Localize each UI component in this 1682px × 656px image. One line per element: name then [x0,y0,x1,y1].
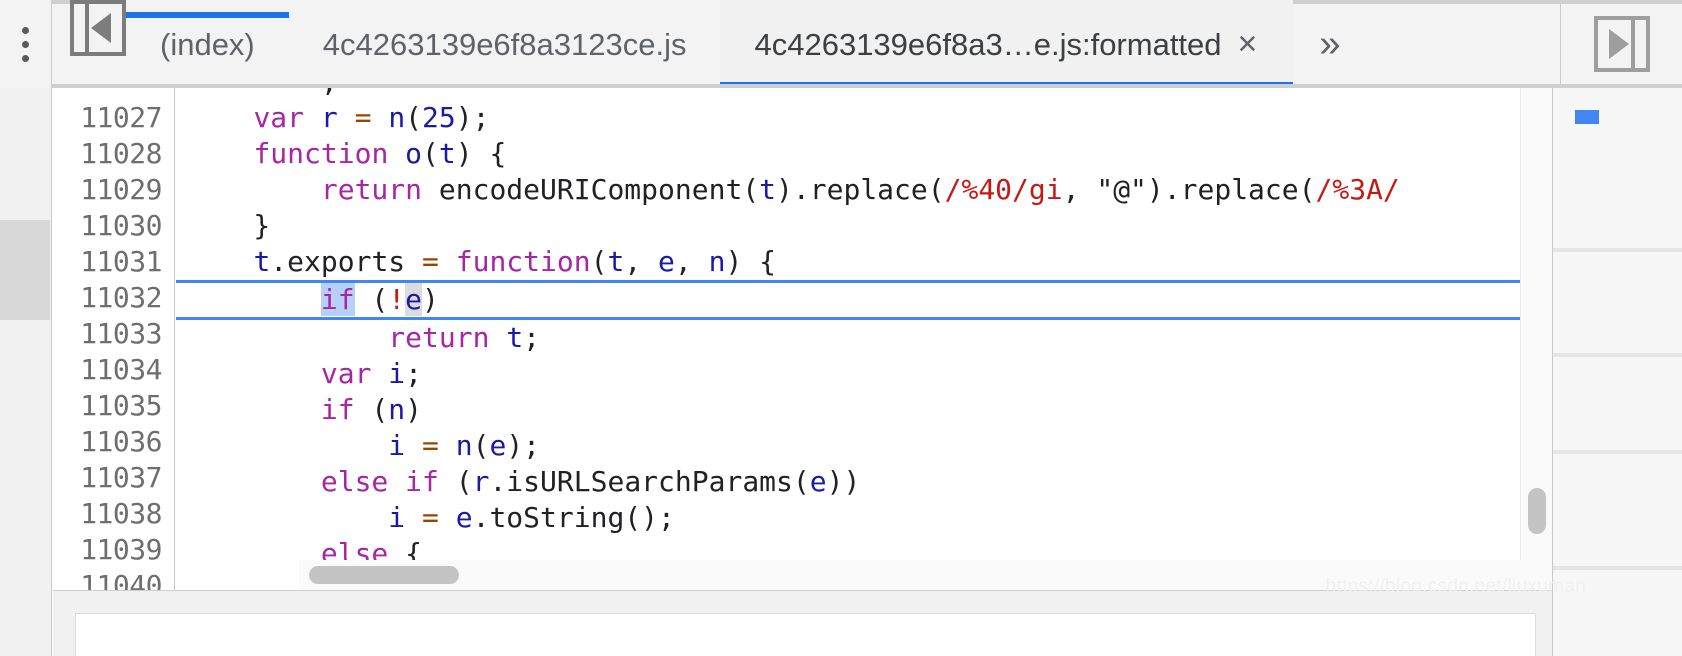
code-line-11037[interactable]: else if (r.isURLSearchParams(e)) [176,464,1552,500]
sidebar-divider [1553,353,1682,357]
line-number[interactable]: 11028 [53,136,174,172]
line-number-gutter[interactable]: 11027 11028 11029 11030 11031 11032 1103… [53,88,175,590]
code-line-11030[interactable]: } [176,208,1552,244]
code-line-11034[interactable]: var i; [176,356,1552,392]
code-partial-line: ; [176,88,1552,100]
tab-strip: (index) 4c4263139e6f8a3123ce.js 4c426313… [52,0,1560,88]
navigator-strip[interactable] [0,88,52,656]
code-line-11035[interactable]: if (n) [176,392,1552,428]
code-line-11036[interactable]: i = n(e); [176,428,1552,464]
show-debugger-strip[interactable] [1560,0,1682,88]
line-number[interactable]: 11033 [53,316,174,352]
code-line-11028[interactable]: function o(t) { [176,136,1552,172]
line-number[interactable]: 11037 [53,460,174,496]
more-options-strip[interactable] [0,0,52,88]
code-editor: 11027 11028 11029 11030 11031 11032 1103… [53,88,1552,590]
code-line-11029[interactable]: return encodeURIComponent(t).replace(/%4… [176,172,1552,208]
sidebar-divider [1553,248,1682,252]
debugger-sidebar[interactable] [1552,88,1682,656]
show-debugger-icon[interactable] [1593,16,1650,72]
navigator-strip-thumb[interactable] [0,220,50,320]
watermark: https://blog.csdn.net/liuxuman [1325,576,1586,597]
vertical-scrollbar[interactable] [1520,88,1552,590]
code-line-11032-execution[interactable]: if (!e) [176,280,1552,320]
show-navigator-icon[interactable] [70,0,126,56]
line-number[interactable]: 11031 [53,244,174,280]
horizontal-scrollbar-thumb[interactable] [309,566,459,584]
line-number[interactable]: 11027 [53,100,174,136]
kebab-menu-icon[interactable] [22,26,29,62]
code-line-11031[interactable]: t.exports = function(t, e, n) { [176,244,1552,280]
sidebar-divider [1553,450,1682,454]
line-number[interactable]: 11034 [53,352,174,388]
sidebar-divider [1553,566,1682,570]
bottom-drawer-content [75,613,1536,656]
code-line: ; [176,88,1552,100]
tab-bundle-js[interactable]: 4c4263139e6f8a3123ce.js [288,0,721,88]
bottom-drawer [53,590,1552,656]
line-number[interactable]: 11036 [53,424,174,460]
devtools-sources-panel: (index) 4c4263139e6f8a3123ce.js 4c426313… [0,0,1682,656]
line-number[interactable]: 11038 [53,496,174,532]
close-icon[interactable]: × [1236,27,1260,61]
line-number[interactable]: 11029 [53,172,174,208]
tab-bundle-js-formatted[interactable]: 4c4263139e6f8a3…e.js:formatted × [720,0,1294,88]
breakpoint-marker-icon[interactable] [1575,110,1599,124]
triangle-right-icon [1608,29,1629,59]
line-number[interactable]: 11040 [53,568,174,590]
tab-label: (index) [160,26,255,62]
line-number[interactable]: 11030 [53,208,174,244]
code-line-11038[interactable]: i = e.toString(); [176,500,1552,536]
tab-label: 4c4263139e6f8a3…e.js:formatted [754,26,1222,62]
tab-bar: (index) 4c4263139e6f8a3123ce.js 4c426313… [0,0,1682,88]
line-number[interactable]: 11035 [53,388,174,424]
line-number-execution[interactable]: 11032 [53,280,174,316]
tab-index[interactable]: (index) [126,0,289,88]
code-line-11027[interactable]: var r = n(25); [176,100,1552,136]
chevron-double-right-icon[interactable]: » [1293,0,1362,88]
vertical-scrollbar-thumb[interactable] [1528,488,1546,534]
tab-label: 4c4263139e6f8a3123ce.js [322,26,687,62]
line-number[interactable]: 11039 [53,532,174,568]
code-line-11033[interactable]: return t; [176,320,1552,356]
triangle-left-icon [91,13,111,43]
code-text-area[interactable]: ; var r = n(25); function o(t) { return … [176,88,1552,590]
gutter-partial-line [53,88,174,100]
